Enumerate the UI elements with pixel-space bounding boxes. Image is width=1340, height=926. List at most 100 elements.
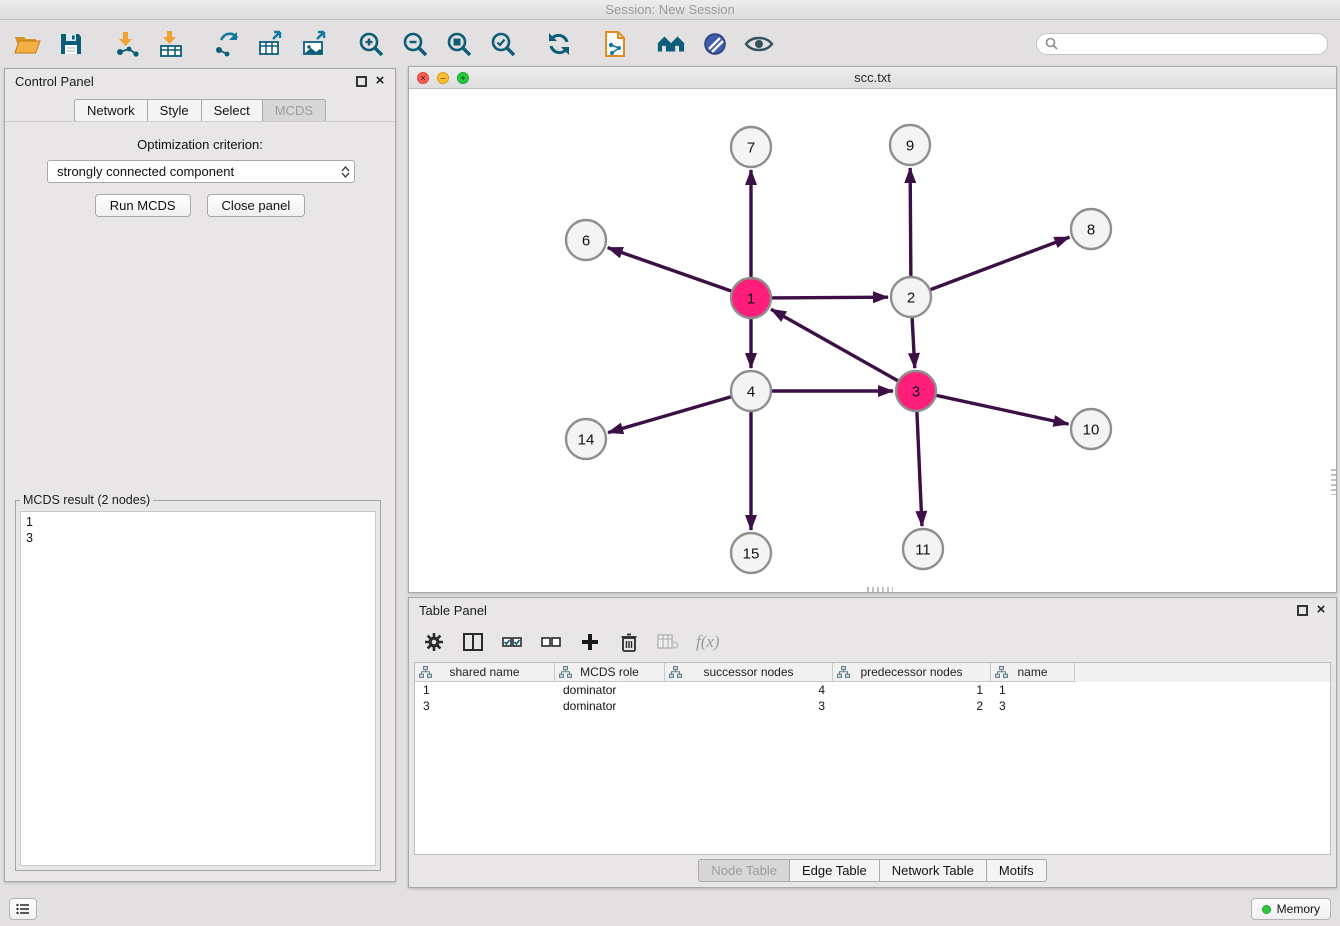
save-session-icon[interactable]: [56, 29, 86, 59]
table-panel: Table Panel × f(x) shared nameMCDS roles…: [408, 597, 1337, 888]
table-cell: dominator: [555, 683, 665, 697]
run-mcds-button[interactable]: Run MCDS: [95, 194, 191, 217]
control-panel-title: Control Panel: [15, 74, 94, 89]
network-window-titlebar: × – + scc.txt: [409, 67, 1336, 89]
network-document-icon[interactable]: [600, 29, 630, 59]
tab-network-table[interactable]: Network Table: [879, 859, 987, 882]
tab-network[interactable]: Network: [74, 99, 148, 122]
graph-node-2[interactable]: 2: [891, 277, 931, 317]
import-table-icon[interactable]: [156, 29, 186, 59]
table-row[interactable]: 1dominator411: [415, 682, 1330, 698]
graph-edge-3-10[interactable]: [934, 395, 1069, 424]
graph-node-11[interactable]: 11: [903, 529, 943, 569]
tab-style[interactable]: Style: [147, 99, 202, 122]
table-settings-gear-icon[interactable]: [423, 631, 445, 653]
search-input[interactable]: [1063, 35, 1319, 52]
graph-node-10[interactable]: 10: [1071, 409, 1111, 449]
graph-edge-1-2[interactable]: [769, 297, 888, 298]
svg-text:3: 3: [912, 383, 920, 400]
svg-text:6: 6: [582, 232, 590, 249]
zoom-in-icon[interactable]: [356, 29, 386, 59]
houses-icon[interactable]: [656, 29, 686, 59]
graph-node-7[interactable]: 7: [731, 127, 771, 167]
graph-edge-2-8[interactable]: [928, 237, 1070, 291]
column-header-shared-name[interactable]: shared name: [415, 663, 555, 682]
export-image-icon[interactable]: [300, 29, 330, 59]
window-titlebar: Session: New Session: [0, 0, 1340, 20]
column-header-label: MCDS role: [580, 665, 639, 679]
column-type-icon: [669, 666, 682, 681]
graph-edge-1-6[interactable]: [608, 248, 734, 292]
control-panel: Control Panel × NetworkStyleSelectMCDS O…: [4, 68, 396, 882]
memory-button[interactable]: Memory: [1251, 898, 1331, 920]
graph-node-4[interactable]: 4: [731, 371, 771, 411]
column-header-MCDS-role[interactable]: MCDS role: [555, 663, 665, 682]
import-network-icon[interactable]: [112, 29, 142, 59]
add-column-icon[interactable]: [579, 631, 601, 653]
float-panel-icon[interactable]: [1297, 605, 1308, 616]
delete-table-icon-disabled: [657, 631, 679, 653]
refresh-icon[interactable]: [544, 29, 574, 59]
tab-select[interactable]: Select: [201, 99, 263, 122]
table-cell: 1: [991, 683, 1075, 697]
splitter-handle[interactable]: [1331, 469, 1336, 495]
table-tabs: Node TableEdge TableNetwork TableMotifs: [409, 859, 1336, 882]
eye-icon[interactable]: [744, 29, 774, 59]
graph-node-14[interactable]: 14: [566, 419, 606, 459]
tab-edge-table[interactable]: Edge Table: [789, 859, 880, 882]
unselect-all-columns-icon[interactable]: [540, 631, 562, 653]
close-panel-icon[interactable]: ×: [1314, 602, 1328, 618]
details-disc-icon[interactable]: [700, 29, 730, 59]
splitter-handle[interactable]: [867, 587, 893, 592]
mcds-result-line: 1: [26, 514, 370, 530]
table-row[interactable]: 3dominator323: [415, 698, 1330, 714]
toolbar-search[interactable]: [1036, 33, 1328, 55]
column-header-name[interactable]: name: [991, 663, 1075, 682]
graph-edge-3-11[interactable]: [917, 409, 922, 526]
divider: [5, 121, 395, 122]
mcds-result-list[interactable]: 13: [20, 511, 376, 866]
close-panel-icon[interactable]: ×: [373, 73, 387, 89]
zoom-selected-icon[interactable]: [488, 29, 518, 59]
svg-text:2: 2: [907, 289, 915, 306]
graph-node-6[interactable]: 6: [566, 220, 606, 260]
open-session-icon[interactable]: [12, 29, 42, 59]
graph-edge-4-14[interactable]: [608, 396, 734, 433]
tab-mcds[interactable]: MCDS: [262, 99, 326, 122]
delete-column-icon[interactable]: [618, 631, 640, 653]
table-panel-header: Table Panel ×: [409, 598, 1336, 624]
float-panel-icon[interactable]: [356, 76, 367, 87]
criterion-dropdown[interactable]: strongly connected component: [47, 160, 355, 183]
criterion-dropdown-value: strongly connected component: [57, 164, 234, 179]
close-panel-button[interactable]: Close panel: [207, 194, 306, 217]
column-header-successor-nodes[interactable]: successor nodes: [665, 663, 833, 682]
graph-edge-2-9[interactable]: [910, 168, 911, 279]
graph-node-1[interactable]: 1: [731, 278, 771, 318]
graph-node-3[interactable]: 3: [896, 371, 936, 411]
mcds-result-title: MCDS result (2 nodes): [20, 493, 153, 507]
graph-edge-2-3[interactable]: [912, 315, 915, 368]
zoom-out-icon[interactable]: [400, 29, 430, 59]
graph-node-15[interactable]: 15: [731, 533, 771, 573]
table-cell: 3: [991, 699, 1075, 713]
show-columns-icon[interactable]: [462, 631, 484, 653]
table-cell: 3: [415, 699, 555, 713]
column-header-label: successor nodes: [703, 665, 793, 679]
table-cell: 2: [833, 699, 991, 713]
graph-node-9[interactable]: 9: [890, 125, 930, 165]
graph-edge-3-1[interactable]: [771, 309, 900, 382]
tab-node-table[interactable]: Node Table: [698, 859, 790, 882]
main-toolbar: [0, 21, 1340, 66]
export-network-icon[interactable]: [212, 29, 242, 59]
zoom-fit-icon[interactable]: [444, 29, 474, 59]
memory-status-icon: [1262, 905, 1271, 914]
graph-node-8[interactable]: 8: [1071, 209, 1111, 249]
tab-motifs[interactable]: Motifs: [986, 859, 1047, 882]
task-history-button[interactable]: [9, 898, 37, 920]
table-header-row: shared name MCDS role successor nodes prede…: [415, 663, 1330, 682]
column-header-label: predecessor nodes: [860, 665, 962, 679]
column-header-predecessor-nodes[interactable]: predecessor nodes: [833, 663, 991, 682]
export-table-icon[interactable]: [256, 29, 286, 59]
select-all-columns-icon[interactable]: [501, 631, 523, 653]
network-canvas[interactable]: 7 9 6 8 1 2 4 3 14 10 15 11: [409, 89, 1336, 592]
